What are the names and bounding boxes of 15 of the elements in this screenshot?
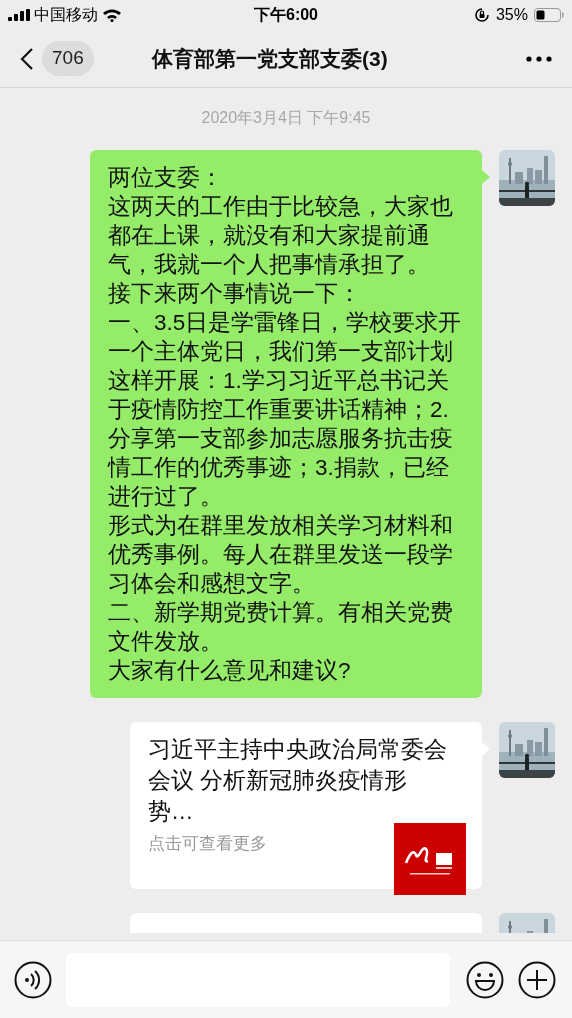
- link-title: 习近平主持中央政治局常委会会议 分析新冠肺炎疫情形势…: [148, 736, 448, 826]
- unread-count-badge[interactable]: 706: [42, 41, 94, 76]
- message-paragraph: 两位支委：: [108, 164, 224, 192]
- chat-title: 体育部第一党支部支委(3): [152, 45, 388, 72]
- message-timestamp: 2020年3月4日 下午9:45: [201, 109, 371, 126]
- message-paragraph: 这两天的工作由于比较急，大家也都在上课，就没有和大家提前通气，我就一个人把事情承担了。: [108, 193, 454, 279]
- link-subtitle: 点击可查看更多: [148, 833, 267, 855]
- message-paragraph: 大家有什么意见和建议?: [108, 657, 352, 685]
- carrier-name: 中国移动: [34, 5, 98, 25]
- message-paragraph: 形式为在群里发放相关学习材料和优秀事例。每人在群里发送一段学习体会和感想文字。: [108, 512, 454, 598]
- clock-time: 下午6:00: [254, 5, 318, 25]
- message-paragraph: 一、3.5日是学雷锋日，学校要求开一个主体党日，我们第一支部计划这样开展：1.学习习近平总书记关于疫情防控工作重要讲话精神；2.分享第一支部参加志愿服务抗击疫情工作的优秀事迹；3.捐款，已经进行过了。: [108, 309, 463, 511]
- battery-percent: 35%: [495, 5, 528, 25]
- message-paragraph: 接下来两个事情说一下：: [108, 280, 362, 308]
- message-paragraph: 二、新学期党费计算。有相关党费文件发放。: [108, 599, 454, 656]
